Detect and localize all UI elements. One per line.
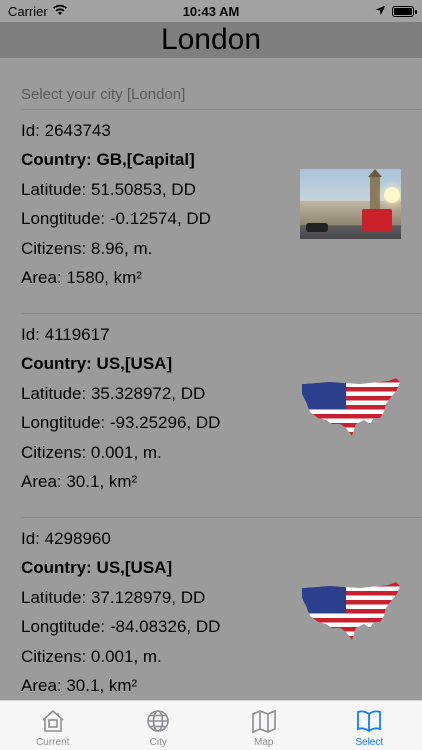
city-country: Country: US,[USA] [21, 558, 173, 577]
section-header: Select your city [London] [21, 86, 186, 103]
map-icon [250, 707, 278, 735]
city-longitude: Longtitude: -84.08326, DD [21, 617, 221, 636]
city-card[interactable]: Id: 4119617 Country: US,[USA] Latitude: … [0, 314, 422, 518]
city-country: Country: US,[USA] [21, 354, 173, 373]
battery-fill [394, 8, 412, 15]
globe-icon [144, 707, 172, 735]
tab-current[interactable]: Current [0, 701, 106, 750]
tab-select[interactable]: Select [317, 701, 422, 750]
city-list[interactable]: Select your city [London] Id: 2643743 Co… [0, 58, 422, 700]
location-arrow-icon [375, 4, 386, 19]
tab-label: Select [355, 737, 384, 748]
city-area: Area: 30.1, km² [21, 676, 138, 695]
tab-map[interactable]: Map [211, 701, 317, 750]
bus [362, 209, 392, 231]
battery-icon [392, 6, 417, 17]
city-citizens: Citizens: 0.001, m. [21, 647, 162, 666]
sun [384, 187, 400, 203]
city-citizens: Citizens: 8.96, m. [21, 239, 153, 258]
london-photo [300, 169, 401, 239]
city-latitude: Latitude: 37.128979, DD [21, 588, 206, 607]
house-icon [39, 707, 67, 735]
tab-label: City [149, 737, 167, 748]
page-title: London [160, 23, 262, 56]
city-country: Country: GB,[Capital] [21, 150, 195, 169]
city-card[interactable]: Id: 4298960 Country: US,[USA] Latitude: … [0, 518, 422, 700]
city-longitude: Longtitude: -0.12574, DD [21, 209, 211, 228]
city-area: Area: 30.1, km² [21, 472, 138, 491]
book-icon [355, 707, 383, 735]
city-longitude: Longtitude: -93.25296, DD [21, 413, 221, 432]
tab-label: Current [36, 737, 70, 748]
usa-flag-map [300, 582, 401, 640]
city-latitude: Latitude: 35.328972, DD [21, 384, 206, 403]
city-card[interactable]: Id: 2643743 Country: GB,[Capital] Latitu… [0, 110, 422, 314]
city-area: Area: 1580, km² [21, 268, 142, 287]
usa-flag-map [300, 378, 401, 436]
car [306, 223, 328, 232]
tab-bar: Current City Map Select [0, 700, 422, 750]
city-id: Id: 4298960 [21, 529, 111, 548]
city-id: Id: 4119617 [21, 325, 110, 344]
tab-city[interactable]: City [106, 701, 212, 750]
tab-label: Map [254, 737, 274, 748]
city-latitude: Latitude: 51.50853, DD [21, 180, 196, 199]
status-bar: Carrier 10:43 AM [0, 0, 422, 22]
city-id: Id: 2643743 [21, 121, 111, 140]
navigation-bar: London [0, 22, 422, 58]
city-citizens: Citizens: 0.001, m. [21, 443, 162, 462]
status-time: 10:43 AM [182, 4, 240, 19]
